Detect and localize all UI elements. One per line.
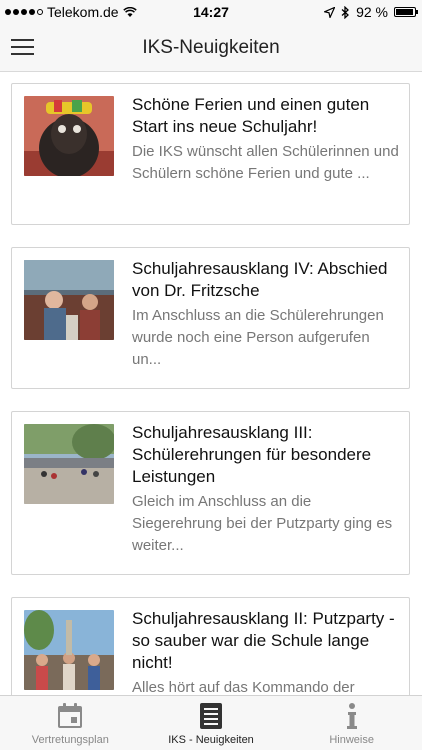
news-card[interactable]: Schöne Ferien und einen guten Start ins … <box>11 83 410 225</box>
news-thumbnail <box>24 610 114 690</box>
bluetooth-icon <box>341 5 350 19</box>
battery-percentage: 92 % <box>356 4 388 20</box>
news-thumbnail <box>24 260 114 340</box>
tab-label: Hinweise <box>329 734 374 746</box>
news-excerpt: Gleich im Anschluss an die Siegerehrung … <box>132 493 393 554</box>
status-bar: Telekom.de 14:27 92 % <box>0 0 422 24</box>
tab-vertretungsplan[interactable]: Vertretungsplan <box>0 696 141 750</box>
news-card-text: Schuljahresausklang II: Putzparty - so s… <box>132 608 399 695</box>
tab-label: IKS - Neuigkeiten <box>168 734 254 746</box>
news-title: Schuljahresausklang II: Putzparty - so s… <box>132 609 395 672</box>
navigation-bar: IKS-Neuigkeiten <box>0 24 422 72</box>
news-thumbnail <box>24 96 114 176</box>
news-title: Schuljahresausklang IV: Abschied von Dr.… <box>132 259 388 300</box>
news-list[interactable]: Schöne Ferien und einen guten Start ins … <box>0 72 422 695</box>
news-card[interactable]: Schuljahresausklang II: Putzparty - so s… <box>11 597 410 695</box>
news-excerpt: Die IKS wünscht allen Schülerinnen und S… <box>132 143 399 182</box>
news-excerpt: Im Anschluss an die Schülerehrungen wurd… <box>132 307 384 368</box>
battery-icon <box>394 7 418 17</box>
tab-hinweise[interactable]: Hinweise <box>281 696 422 750</box>
news-excerpt: Alles hört auf das Kommando der <box>132 679 355 695</box>
tab-iks-neuigkeiten[interactable]: IKS - Neuigkeiten <box>141 696 282 750</box>
info-icon <box>346 703 357 729</box>
tab-bar: Vertretungsplan IKS - Neuigkeiten Hinwei… <box>0 695 422 750</box>
tab-label: Vertretungsplan <box>31 734 109 746</box>
news-title: Schöne Ferien und einen guten Start ins … <box>132 95 370 136</box>
news-card[interactable]: Schuljahresausklang IV: Abschied von Dr.… <box>11 247 410 389</box>
location-arrow-icon <box>324 6 336 18</box>
news-thumbnail <box>24 424 114 504</box>
news-card-text: Schuljahresausklang IV: Abschied von Dr.… <box>132 258 399 371</box>
calendar-icon <box>58 703 83 728</box>
news-icon <box>200 703 222 729</box>
news-card-text: Schöne Ferien und einen guten Start ins … <box>132 94 399 185</box>
news-card[interactable]: Schuljahresausklang III: Schülerehrungen… <box>11 411 410 575</box>
news-title: Schuljahresausklang III: Schülerehrungen… <box>132 423 372 486</box>
status-right: 92 % <box>324 4 418 20</box>
news-card-text: Schuljahresausklang III: Schülerehrungen… <box>132 422 399 557</box>
page-title: IKS-Neuigkeiten <box>142 37 280 58</box>
